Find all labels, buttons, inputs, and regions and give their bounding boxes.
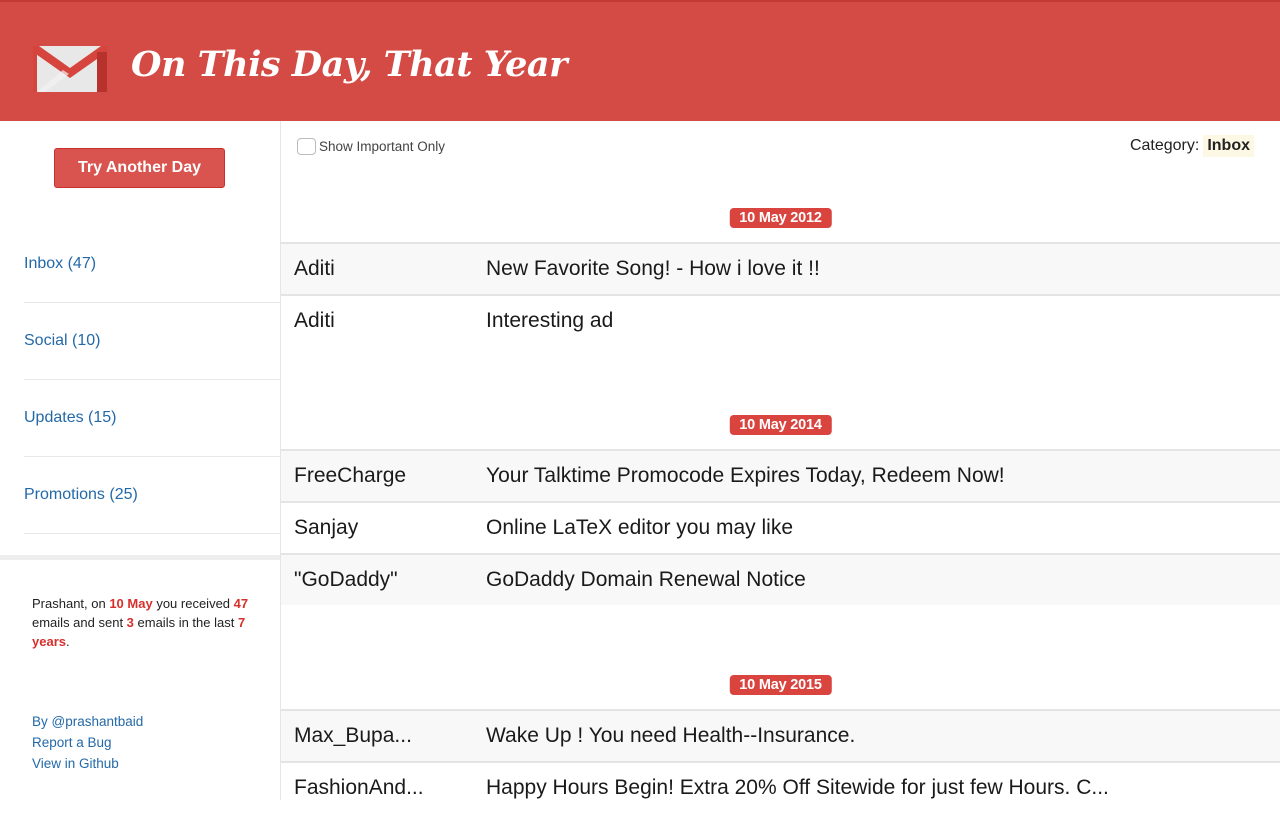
email-row[interactable]: "GoDaddy" GoDaddy Domain Renewal Notice [281, 553, 1280, 605]
email-row[interactable]: Aditi Interesting ad [281, 294, 1280, 346]
show-important-checkbox[interactable] [297, 138, 316, 155]
github-link[interactable]: View in Github [32, 753, 143, 774]
summary-text: you received [152, 596, 234, 611]
email-subject: Interesting ad [486, 309, 614, 332]
category-label: Category: [1129, 137, 1200, 154]
sidebar-divider [0, 555, 280, 560]
date-header: 10 May 2012 [281, 194, 1280, 242]
email-row[interactable]: FreeCharge Your Talktime Promocode Expir… [281, 449, 1280, 501]
day-group: 10 May 2012 Aditi New Favorite Song! - H… [281, 194, 1280, 346]
email-subject: Happy Hours Begin! Extra 20% Off Sitewid… [486, 776, 1109, 799]
email-subject: GoDaddy Domain Renewal Notice [486, 568, 806, 591]
date-header: 10 May 2014 [281, 401, 1280, 449]
email-summary: Prashant, on 10 May you received 47 emai… [32, 594, 262, 651]
email-sender: FashionAnd... [294, 776, 424, 799]
date-badge: 10 May 2012 [729, 208, 832, 228]
show-important-toggle[interactable]: Show Important Only [297, 138, 445, 155]
email-sender: Sanjay [294, 516, 359, 539]
show-important-label: Show Important Only [319, 139, 446, 154]
day-group: 10 May 2014 FreeCharge Your Talktime Pro… [281, 401, 1280, 605]
email-sender: Aditi [294, 257, 335, 280]
email-row[interactable]: Max_Bupa... Wake Up ! You need Health--I… [281, 709, 1280, 761]
email-row[interactable]: Aditi New Favorite Song! - How i love it… [281, 242, 1280, 294]
email-subject: Your Talktime Promocode Expires Today, R… [486, 464, 1005, 487]
app-header: On This Day, That Year [0, 0, 1280, 121]
email-sender: "GoDaddy" [294, 568, 398, 591]
summary-sent-count: 3 [126, 615, 134, 630]
category-indicator: Category: Inbox [1130, 135, 1254, 157]
nav-item-social[interactable]: Social (10) [24, 303, 280, 380]
sidebar: Try Another Day Inbox (47) Social (10) U… [0, 121, 280, 800]
email-subject: New Favorite Song! - How i love it !! [486, 257, 820, 280]
email-sender: Max_Bupa... [294, 724, 412, 747]
date-header: 10 May 2015 [281, 661, 1280, 709]
date-badge: 10 May 2014 [729, 415, 832, 435]
email-subject: Online LaTeX editor you may like [486, 516, 793, 539]
email-row[interactable]: Sanjay Online LaTeX editor you may like [281, 501, 1280, 553]
email-sender: Aditi [294, 309, 335, 332]
nav-item-promotions[interactable]: Promotions (25) [24, 457, 280, 534]
gmail-envelope-icon [33, 46, 107, 92]
author-link[interactable]: By @prashantbaid [32, 711, 143, 732]
email-sender: FreeCharge [294, 464, 407, 487]
summary-text: emails and sent [32, 615, 127, 630]
summary-text: . [65, 634, 70, 649]
footer-links: By @prashantbaid Report a Bug View in Gi… [32, 711, 143, 774]
category-nav: Inbox (47) Social (10) Updates (15) Prom… [24, 226, 280, 534]
email-row[interactable]: FashionAnd... Happy Hours Begin! Extra 2… [281, 761, 1280, 813]
email-list-panel: Show Important Only Category: Inbox 10 M… [280, 121, 1280, 800]
day-group: 10 May 2015 Max_Bupa... Wake Up ! You ne… [281, 661, 1280, 813]
date-badge: 10 May 2015 [729, 675, 832, 695]
summary-date: 10 May [109, 596, 153, 611]
nav-item-inbox[interactable]: Inbox (47) [24, 226, 280, 303]
summary-text: Prashant, on [32, 596, 110, 611]
nav-item-updates[interactable]: Updates (15) [24, 380, 280, 457]
app-title: On This Day, That Year [131, 44, 568, 85]
email-subject: Wake Up ! You need Health--Insurance. [486, 724, 856, 747]
summary-text: emails in the last [133, 615, 238, 630]
report-bug-link[interactable]: Report a Bug [32, 732, 143, 753]
summary-received-count: 47 [233, 596, 249, 611]
try-another-day-button[interactable]: Try Another Day [54, 148, 225, 188]
category-value: Inbox [1203, 135, 1254, 157]
